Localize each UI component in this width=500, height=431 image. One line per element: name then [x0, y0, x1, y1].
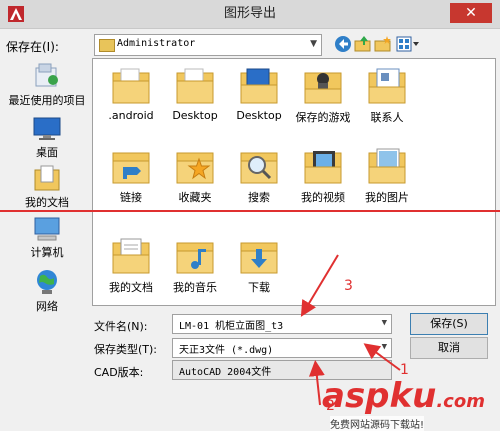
up-folder-icon[interactable]	[354, 35, 372, 53]
place-label: 网络	[36, 300, 58, 313]
folder-icon	[112, 68, 150, 104]
filetype-label: 保存类型(T):	[94, 343, 158, 356]
file-item[interactable]: 我的图片	[355, 145, 419, 205]
annotation-3: 3	[344, 278, 353, 294]
games-folder-icon	[304, 72, 342, 104]
videos-folder-icon	[304, 151, 342, 184]
chevron-down-icon: ▼	[310, 39, 317, 49]
place-label: 最近使用的项目	[8, 94, 86, 107]
chevron-down-icon[interactable]: ▼	[382, 318, 387, 328]
place-documents[interactable]: 我的文档	[4, 164, 90, 210]
save-button[interactable]: 保存(S)	[410, 313, 488, 335]
watermark: aspku.com 免费网站源码下载站!	[314, 376, 494, 431]
search-folder-icon	[240, 152, 278, 184]
filetype-value: 天正3文件 (*.dwg)	[179, 345, 274, 356]
new-folder-icon[interactable]	[374, 35, 392, 53]
place-label: 桌面	[36, 146, 58, 159]
links-folder-icon	[112, 152, 150, 184]
file-item[interactable]: Desktop	[227, 65, 291, 122]
desktop-icon	[33, 117, 61, 140]
file-name: 我的音乐	[173, 281, 217, 294]
filename-label: 文件名(N):	[94, 320, 148, 333]
window-title: 图形导出	[223, 6, 276, 21]
lookin-value: Administrator	[117, 38, 196, 49]
file-name: 链接	[120, 191, 142, 204]
documents-icon	[34, 165, 60, 191]
file-item[interactable]: 保存的游戏	[291, 65, 355, 125]
place-label: 计算机	[30, 246, 64, 259]
file-item[interactable]: 我的视频	[291, 145, 355, 205]
filename-value: LM-01 机柜立面图_t3	[179, 321, 284, 332]
file-item[interactable]: 收藏夹	[163, 145, 227, 205]
file-name: 收藏夹	[178, 191, 212, 204]
file-item[interactable]: 我的文档	[99, 235, 163, 295]
file-name: 我的图片	[365, 191, 409, 204]
network-icon	[37, 270, 57, 294]
folder-icon	[176, 68, 214, 104]
file-name: 下载	[248, 281, 270, 294]
music-folder-icon	[176, 242, 214, 274]
view-menu-icon[interactable]	[396, 35, 420, 53]
file-name: .android	[108, 109, 154, 122]
file-name: Desktop	[172, 109, 218, 122]
file-item[interactable]: 搜索	[227, 145, 291, 205]
place-computer[interactable]: 计算机	[4, 216, 90, 260]
file-name: 保存的游戏	[295, 111, 351, 124]
file-item[interactable]: 链接	[99, 145, 163, 205]
place-network[interactable]: 网络	[4, 268, 90, 314]
lookin-label: 保存在(I):	[6, 40, 59, 54]
lookin-combo[interactable]: Administrator ▼	[94, 34, 322, 56]
place-label: 我的文档	[25, 196, 69, 209]
place-recent[interactable]: 最近使用的项目	[4, 60, 90, 108]
title-bar: 图形导出 ✕	[0, 0, 500, 29]
close-button[interactable]: ✕	[450, 3, 492, 23]
pictures-folder-icon	[368, 148, 406, 184]
places-bar: 最近使用的项目 桌面 我的文档 计算机 网络	[4, 58, 90, 316]
cancel-button[interactable]: 取消	[410, 337, 488, 359]
filetype-select[interactable]: 天正3文件 (*.dwg) ▼	[172, 338, 392, 358]
file-list[interactable]: .android Desktop Desktop 保存的游戏 联系人 链接 收藏…	[92, 58, 496, 306]
file-item[interactable]: .android	[99, 65, 163, 122]
folder-icon	[99, 39, 115, 52]
file-name: Desktop	[236, 109, 282, 122]
recent-icon	[35, 63, 58, 87]
documents-folder-icon	[112, 238, 150, 274]
file-item[interactable]: 我的音乐	[163, 235, 227, 295]
contacts-folder-icon	[368, 68, 406, 104]
file-name: 搜索	[248, 191, 270, 204]
cad-version-label: CAD版本:	[94, 366, 144, 379]
filename-input[interactable]: LM-01 机柜立面图_t3 ▼	[172, 314, 392, 334]
watermark-brand: aspku.com	[322, 376, 485, 416]
file-name: 我的视频	[301, 191, 345, 204]
computer-icon	[34, 217, 60, 241]
chevron-down-icon[interactable]: ▼	[382, 342, 387, 352]
downloads-folder-icon	[240, 242, 278, 274]
desktop-folder-icon	[240, 68, 278, 104]
file-name: 我的文档	[109, 281, 153, 294]
favorites-folder-icon	[176, 152, 214, 184]
file-name: 联系人	[370, 111, 404, 124]
back-icon[interactable]	[334, 35, 352, 53]
cad-version-value: AutoCAD 2004文件	[179, 367, 272, 378]
place-desktop[interactable]: 桌面	[4, 116, 90, 160]
file-item[interactable]: 联系人	[355, 65, 419, 125]
file-item[interactable]: Desktop	[163, 65, 227, 122]
watermark-tagline: 免费网站源码下载站!	[330, 416, 425, 431]
file-item[interactable]: 下载	[227, 235, 291, 295]
annotation-line	[0, 210, 500, 212]
